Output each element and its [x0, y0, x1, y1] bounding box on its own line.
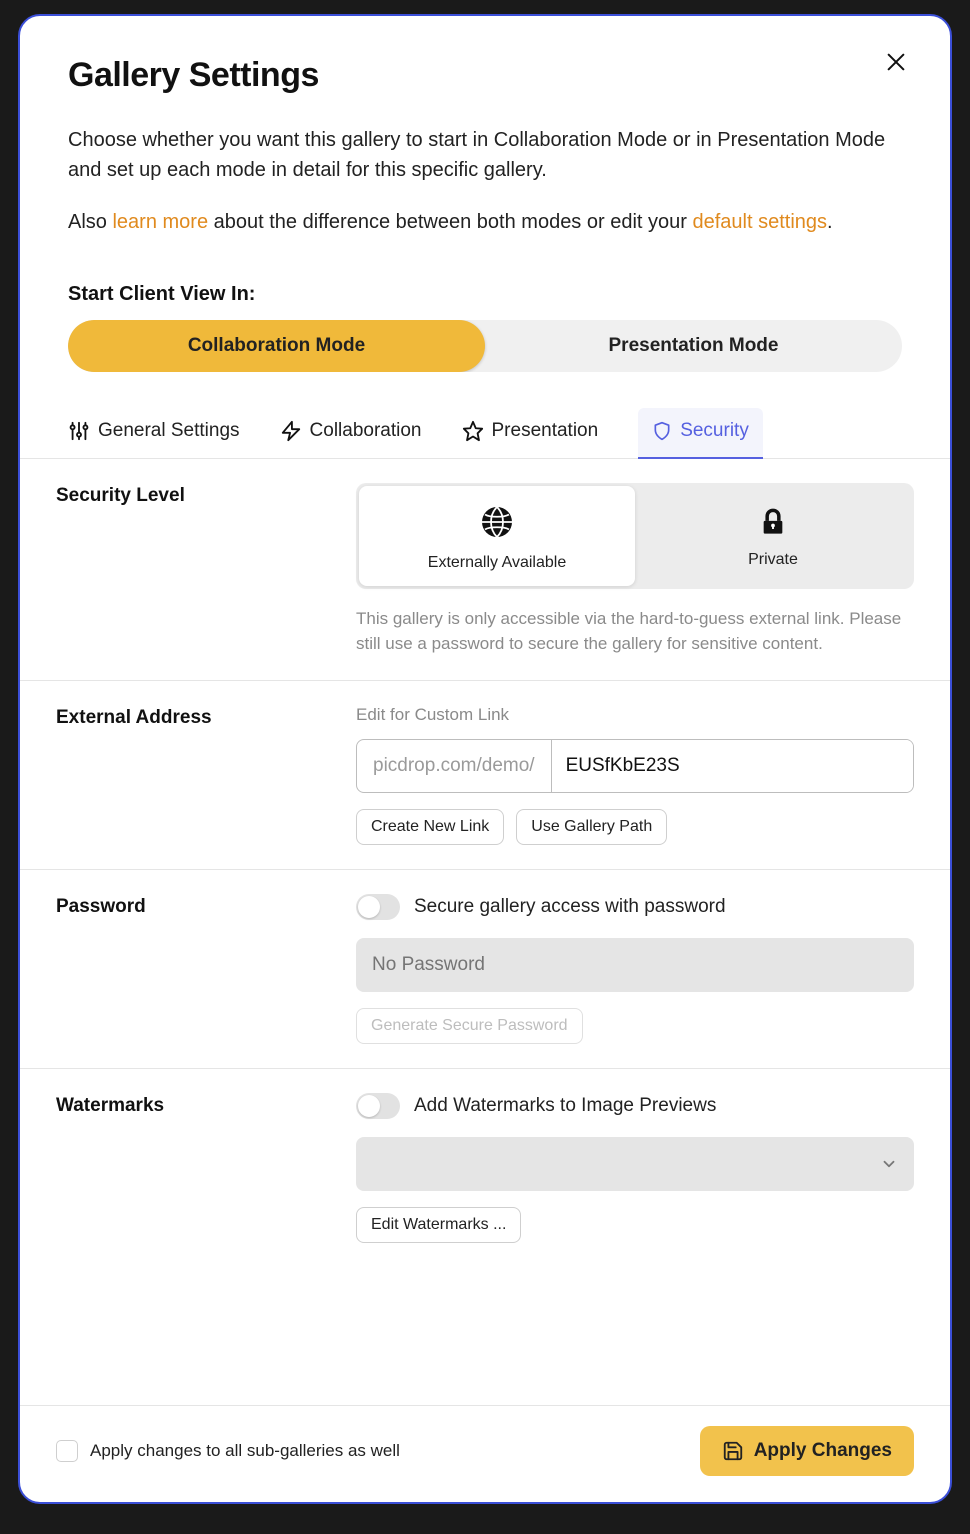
close-button[interactable] — [880, 46, 912, 78]
generate-password-button: Generate Secure Password — [356, 1008, 583, 1044]
external-address-sublabel: Edit for Custom Link — [356, 705, 914, 725]
watermarks-row: Watermarks Add Watermarks to Image Previ… — [20, 1069, 950, 1267]
external-link-input[interactable] — [552, 740, 913, 792]
security-level-label: Security Level — [56, 483, 356, 656]
modal-header: Gallery Settings Choose whether you want… — [20, 16, 950, 408]
presentation-mode-option[interactable]: Presentation Mode — [485, 320, 902, 372]
start-view-segmented-control: Collaboration Mode Presentation Mode — [68, 320, 902, 372]
tab-general-settings[interactable]: General Settings — [68, 408, 240, 458]
globe-icon — [479, 504, 515, 540]
private-label: Private — [748, 551, 798, 569]
edit-watermarks-button[interactable]: Edit Watermarks ... — [356, 1207, 521, 1243]
chevron-down-icon — [880, 1155, 898, 1173]
security-level-help: This gallery is only accessible via the … — [356, 607, 914, 656]
star-icon — [462, 420, 484, 442]
sliders-icon — [68, 420, 90, 442]
password-input — [356, 938, 914, 992]
watermarks-toggle[interactable] — [356, 1093, 400, 1119]
apply-changes-button[interactable]: Apply Changes — [700, 1426, 914, 1476]
external-address-field: picdrop.com/demo/ — [356, 739, 914, 793]
external-address-label: External Address — [56, 705, 356, 845]
create-new-link-button[interactable]: Create New Link — [356, 809, 504, 845]
apply-subgalleries-label: Apply changes to all sub-galleries as we… — [90, 1441, 400, 1461]
tab-presentation[interactable]: Presentation — [462, 408, 599, 458]
apply-subgalleries-checkbox[interactable] — [56, 1440, 78, 1462]
link-prefix: picdrop.com/demo/ — [357, 740, 552, 792]
tab-security[interactable]: Security — [638, 408, 763, 458]
externally-available-label: Externally Available — [428, 554, 566, 572]
use-gallery-path-button[interactable]: Use Gallery Path — [516, 809, 667, 845]
private-option[interactable]: Private — [635, 486, 911, 586]
modal-description-1: Choose whether you want this gallery to … — [68, 125, 902, 185]
password-toggle[interactable] — [356, 894, 400, 920]
password-label: Password — [56, 894, 356, 1044]
close-icon — [885, 51, 907, 73]
password-toggle-label: Secure gallery access with password — [414, 896, 726, 918]
watermark-select — [356, 1137, 914, 1191]
default-settings-link[interactable]: default settings — [692, 211, 827, 233]
gallery-settings-modal: Gallery Settings Choose whether you want… — [18, 14, 952, 1504]
security-level-row: Security Level Externally Available Priv… — [20, 459, 950, 681]
external-address-row: External Address Edit for Custom Link pi… — [20, 681, 950, 870]
password-row: Password Secure gallery access with pass… — [20, 870, 950, 1069]
settings-tabs: General Settings Collaboration Presentat… — [20, 408, 950, 459]
watermarks-toggle-label: Add Watermarks to Image Previews — [414, 1095, 716, 1117]
save-icon — [722, 1440, 744, 1462]
apply-subgalleries-row: Apply changes to all sub-galleries as we… — [56, 1440, 400, 1462]
start-view-label: Start Client View In: — [68, 283, 902, 306]
modal-title: Gallery Settings — [68, 56, 902, 95]
learn-more-link[interactable]: learn more — [112, 211, 208, 233]
tab-collaboration[interactable]: Collaboration — [280, 408, 422, 458]
externally-available-option[interactable]: Externally Available — [359, 486, 635, 586]
modal-description-2: Also learn more about the difference bet… — [68, 207, 902, 237]
security-level-options: Externally Available Private — [356, 483, 914, 589]
lock-icon — [759, 507, 787, 537]
settings-content: Security Level Externally Available Priv… — [20, 459, 950, 1405]
lightning-icon — [280, 420, 302, 442]
modal-footer: Apply changes to all sub-galleries as we… — [20, 1405, 950, 1502]
shield-icon — [652, 420, 672, 442]
watermarks-label: Watermarks — [56, 1093, 356, 1243]
collaboration-mode-option[interactable]: Collaboration Mode — [68, 320, 485, 372]
